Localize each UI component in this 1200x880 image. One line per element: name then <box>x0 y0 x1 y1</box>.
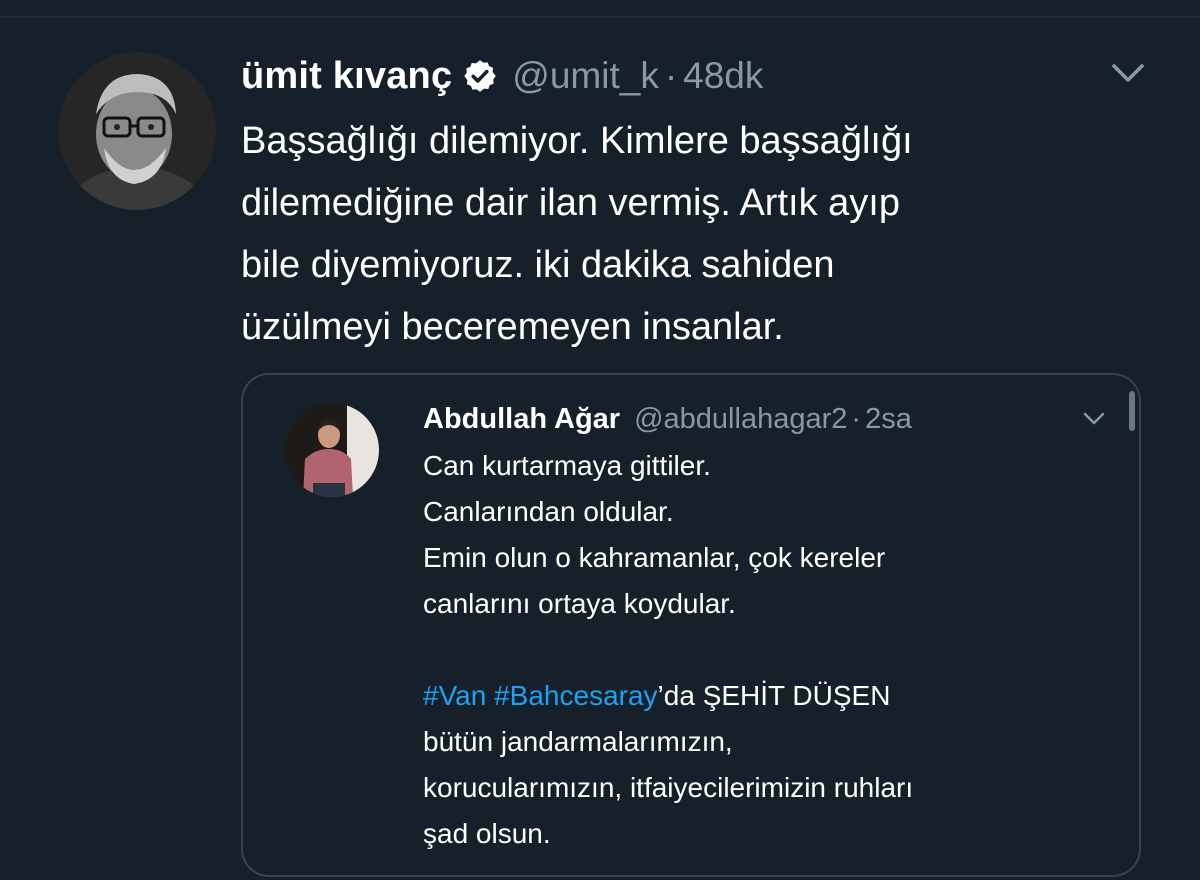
separator-dot: · <box>851 402 862 435</box>
quoted-author-handle[interactable]: @abdullahagar2 <box>634 403 847 436</box>
tweet-header: ümit kıvanç @umit_k · 48dk <box>241 50 763 102</box>
quoted-text-line: Emin olun o kahramanlar, çok kereler <box>423 542 886 573</box>
quoted-text-line: şad olsun. <box>423 818 551 849</box>
quoted-text: Can kurtarmaya gittiler. Canlarından old… <box>423 443 1123 857</box>
hashtag-bahcesaray[interactable]: #Bahcesaray <box>494 680 657 711</box>
author-avatar[interactable] <box>58 52 216 210</box>
scrollbar[interactable] <box>1129 391 1135 431</box>
quoted-timestamp[interactable]: 2sa <box>865 403 912 436</box>
author-handle[interactable]: @umit_k <box>512 55 659 97</box>
tweet-text: Başsağlığı dilemiyor. Kimlere başsağlığı… <box>241 110 1121 358</box>
tweet-timestamp[interactable]: 48dk <box>683 55 763 97</box>
quoted-text-line: bütün jandarmalarımızın, <box>423 726 733 757</box>
quoted-tweet-card[interactable]: Abdullah Ağar @abdullahagar2 · 2sa Can k… <box>241 373 1141 877</box>
quoted-text-line: korucularımızın, itfaiyecilerimizin ruhl… <box>423 772 914 803</box>
separator-dot: · <box>664 55 678 96</box>
quoted-header: Abdullah Ağar @abdullahagar2 · 2sa <box>423 399 912 439</box>
quoted-text-line: Canlarından oldular. <box>423 496 674 527</box>
hashtag-van[interactable]: #Van <box>423 680 486 711</box>
author-name[interactable]: ümit kıvanç <box>241 55 452 98</box>
quoted-author-name[interactable]: Abdullah Ağar <box>423 403 620 436</box>
quoted-text-line: canlarını ortaya koydular. <box>423 588 736 619</box>
verified-badge-icon <box>462 58 498 94</box>
tweet-text-line: üzülmeyi beceremeyen insanlar. <box>241 306 784 348</box>
tweet[interactable]: ümit kıvanç @umit_k · 48dk Başsağlığı di… <box>0 0 1200 880</box>
quoted-hashtag-line: #Van #Bahcesaray’da ŞEHİT DÜŞEN <box>423 673 1123 719</box>
tweet-text-line: bile diyemiyoruz. iki dakika sahiden <box>241 244 835 286</box>
quoted-text-fragment: ’da ŞEHİT DÜŞEN <box>657 680 891 711</box>
chevron-down-icon[interactable] <box>1108 58 1148 88</box>
quoted-text-line: Can kurtarmaya gittiler. <box>423 450 711 481</box>
chevron-down-icon[interactable] <box>1081 409 1107 429</box>
quoted-author-avatar[interactable] <box>285 403 379 497</box>
tweet-text-line: dilemediğine dair ilan vermiş. Artık ayı… <box>241 182 900 224</box>
tweet-text-line: Başsağlığı dilemiyor. Kimlere başsağlığı <box>241 120 913 162</box>
